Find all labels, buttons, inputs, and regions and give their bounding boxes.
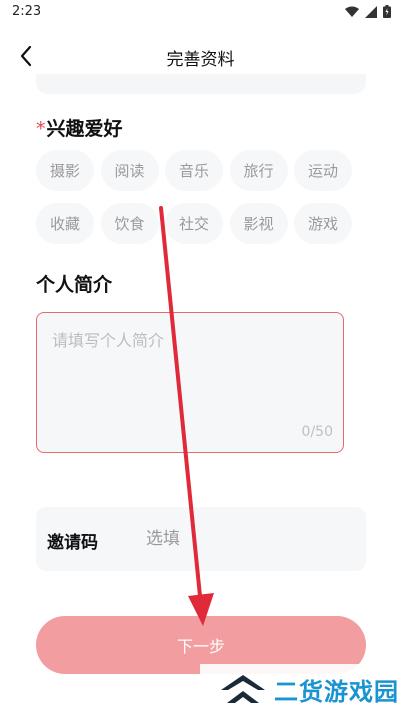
hobby-tag-food[interactable]: 饮食 xyxy=(100,203,159,244)
header: 完善资料 xyxy=(0,38,401,74)
watermark: 二货游戏园 xyxy=(200,664,401,714)
watermark-text: 二货游戏园 xyxy=(274,677,399,706)
wifi-icon xyxy=(345,6,359,17)
hobby-tags: 摄影 阅读 音乐 旅行 运动 收藏 饮食 社交 影视 游戏 xyxy=(36,150,366,244)
invite-code-input[interactable] xyxy=(146,523,346,555)
invite-row: 邀请码 xyxy=(36,507,366,571)
previous-section-card xyxy=(36,74,366,94)
status-icons xyxy=(345,5,391,18)
status-bar: 2:23 xyxy=(0,0,401,24)
invite-label: 邀请码 xyxy=(47,533,98,553)
intro-title: 个人简介 xyxy=(36,274,113,296)
hobbies-title: *兴趣爱好 xyxy=(36,114,123,141)
hobby-tag-movies[interactable]: 影视 xyxy=(229,203,288,244)
intro-textarea[interactable] xyxy=(52,327,328,417)
battery-icon xyxy=(383,5,391,18)
intro-box: 0/50 xyxy=(36,312,344,453)
hobby-tag-travel[interactable]: 旅行 xyxy=(229,150,288,191)
hobby-tag-reading[interactable]: 阅读 xyxy=(100,150,159,191)
status-time: 2:23 xyxy=(12,4,42,19)
hobby-tag-music[interactable]: 音乐 xyxy=(165,150,223,191)
hobbies-title-text: 兴趣爱好 xyxy=(46,118,123,140)
hobby-tag-games[interactable]: 游戏 xyxy=(294,203,352,244)
signal-icon xyxy=(365,5,377,18)
required-mark: * xyxy=(36,118,46,140)
watermark-logo-icon xyxy=(221,675,265,703)
hobby-tag-photography[interactable]: 摄影 xyxy=(36,150,94,191)
char-count: 0/50 xyxy=(301,424,333,440)
hobby-tag-social[interactable]: 社交 xyxy=(165,203,223,244)
page-title: 完善资料 xyxy=(166,50,235,70)
hobby-tag-sports[interactable]: 运动 xyxy=(294,150,352,191)
hobby-tag-collecting[interactable]: 收藏 xyxy=(36,203,94,244)
